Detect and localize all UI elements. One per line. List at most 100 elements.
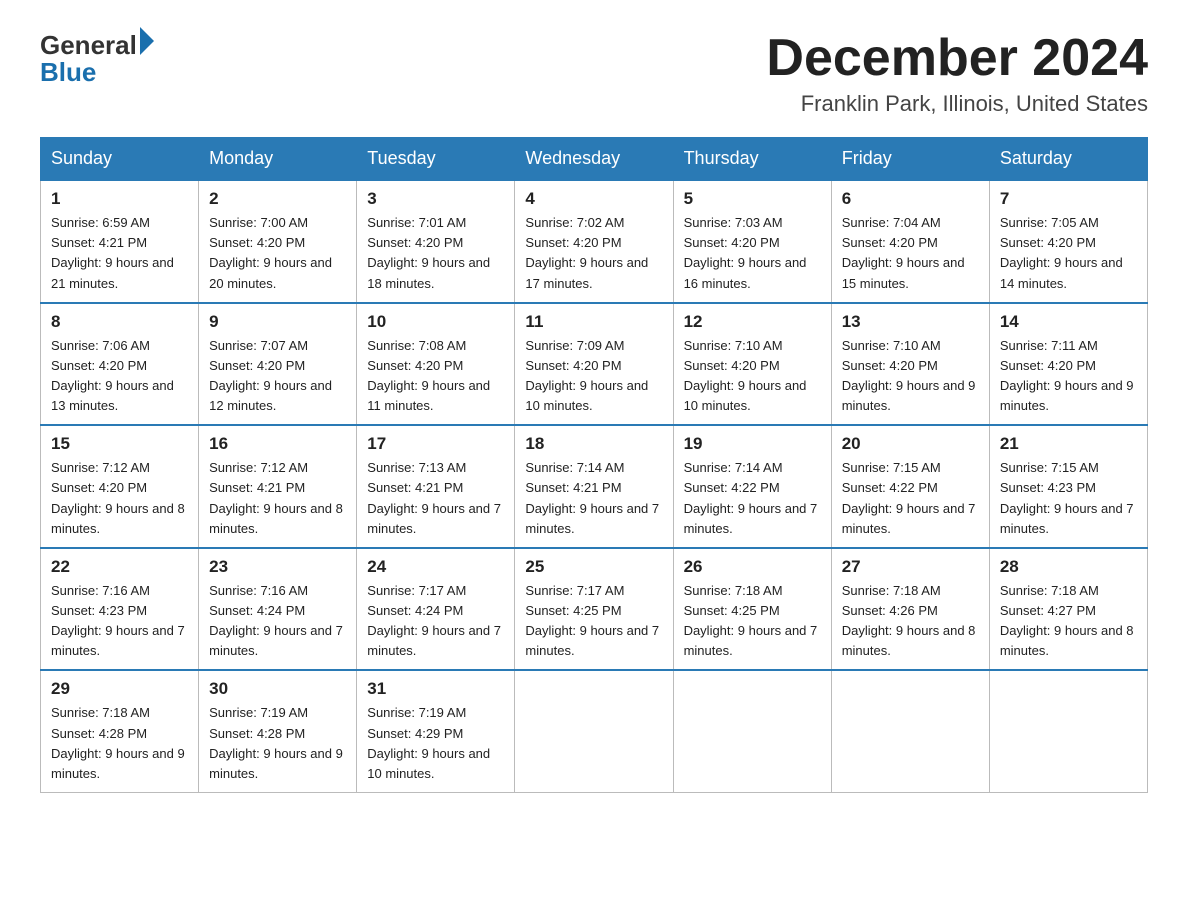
calendar-cell: 4 Sunrise: 7:02 AM Sunset: 4:20 PM Dayli… <box>515 180 673 303</box>
day-info: Sunrise: 7:14 AM Sunset: 4:22 PM Dayligh… <box>684 458 821 539</box>
col-saturday: Saturday <box>989 138 1147 181</box>
week-row-2: 8 Sunrise: 7:06 AM Sunset: 4:20 PM Dayli… <box>41 303 1148 426</box>
calendar-cell: 29 Sunrise: 7:18 AM Sunset: 4:28 PM Dayl… <box>41 670 199 792</box>
calendar-cell: 15 Sunrise: 7:12 AM Sunset: 4:20 PM Dayl… <box>41 425 199 548</box>
day-info: Sunrise: 7:17 AM Sunset: 4:24 PM Dayligh… <box>367 581 504 662</box>
day-number: 5 <box>684 189 821 209</box>
calendar-cell: 10 Sunrise: 7:08 AM Sunset: 4:20 PM Dayl… <box>357 303 515 426</box>
day-number: 29 <box>51 679 188 699</box>
logo: General Blue <box>40 30 154 88</box>
calendar-cell: 24 Sunrise: 7:17 AM Sunset: 4:24 PM Dayl… <box>357 548 515 671</box>
logo-blue-text: Blue <box>40 57 154 88</box>
day-info: Sunrise: 7:19 AM Sunset: 4:29 PM Dayligh… <box>367 703 504 784</box>
day-number: 18 <box>525 434 662 454</box>
day-info: Sunrise: 7:17 AM Sunset: 4:25 PM Dayligh… <box>525 581 662 662</box>
day-info: Sunrise: 7:18 AM Sunset: 4:25 PM Dayligh… <box>684 581 821 662</box>
calendar-cell: 5 Sunrise: 7:03 AM Sunset: 4:20 PM Dayli… <box>673 180 831 303</box>
calendar-cell: 3 Sunrise: 7:01 AM Sunset: 4:20 PM Dayli… <box>357 180 515 303</box>
day-info: Sunrise: 7:10 AM Sunset: 4:20 PM Dayligh… <box>842 336 979 417</box>
day-info: Sunrise: 7:10 AM Sunset: 4:20 PM Dayligh… <box>684 336 821 417</box>
day-info: Sunrise: 7:07 AM Sunset: 4:20 PM Dayligh… <box>209 336 346 417</box>
day-info: Sunrise: 7:01 AM Sunset: 4:20 PM Dayligh… <box>367 213 504 294</box>
calendar-cell: 13 Sunrise: 7:10 AM Sunset: 4:20 PM Dayl… <box>831 303 989 426</box>
calendar-cell: 1 Sunrise: 6:59 AM Sunset: 4:21 PM Dayli… <box>41 180 199 303</box>
week-row-5: 29 Sunrise: 7:18 AM Sunset: 4:28 PM Dayl… <box>41 670 1148 792</box>
day-number: 6 <box>842 189 979 209</box>
logo-triangle-icon <box>140 27 154 55</box>
day-info: Sunrise: 7:15 AM Sunset: 4:23 PM Dayligh… <box>1000 458 1137 539</box>
calendar-cell: 21 Sunrise: 7:15 AM Sunset: 4:23 PM Dayl… <box>989 425 1147 548</box>
day-number: 10 <box>367 312 504 332</box>
day-number: 4 <box>525 189 662 209</box>
calendar-cell <box>989 670 1147 792</box>
location-subtitle: Franklin Park, Illinois, United States <box>766 91 1148 117</box>
day-number: 16 <box>209 434 346 454</box>
day-info: Sunrise: 7:05 AM Sunset: 4:20 PM Dayligh… <box>1000 213 1137 294</box>
calendar-cell: 20 Sunrise: 7:15 AM Sunset: 4:22 PM Dayl… <box>831 425 989 548</box>
day-info: Sunrise: 7:14 AM Sunset: 4:21 PM Dayligh… <box>525 458 662 539</box>
day-info: Sunrise: 7:06 AM Sunset: 4:20 PM Dayligh… <box>51 336 188 417</box>
col-wednesday: Wednesday <box>515 138 673 181</box>
calendar-cell: 17 Sunrise: 7:13 AM Sunset: 4:21 PM Dayl… <box>357 425 515 548</box>
col-thursday: Thursday <box>673 138 831 181</box>
day-number: 23 <box>209 557 346 577</box>
day-number: 30 <box>209 679 346 699</box>
calendar-cell: 14 Sunrise: 7:11 AM Sunset: 4:20 PM Dayl… <box>989 303 1147 426</box>
day-info: Sunrise: 6:59 AM Sunset: 4:21 PM Dayligh… <box>51 213 188 294</box>
header: General Blue December 2024 Franklin Park… <box>40 30 1148 117</box>
day-number: 9 <box>209 312 346 332</box>
week-row-1: 1 Sunrise: 6:59 AM Sunset: 4:21 PM Dayli… <box>41 180 1148 303</box>
day-info: Sunrise: 7:09 AM Sunset: 4:20 PM Dayligh… <box>525 336 662 417</box>
calendar-cell: 23 Sunrise: 7:16 AM Sunset: 4:24 PM Dayl… <box>199 548 357 671</box>
day-info: Sunrise: 7:03 AM Sunset: 4:20 PM Dayligh… <box>684 213 821 294</box>
day-number: 7 <box>1000 189 1137 209</box>
calendar-cell: 7 Sunrise: 7:05 AM Sunset: 4:20 PM Dayli… <box>989 180 1147 303</box>
day-number: 8 <box>51 312 188 332</box>
calendar-cell: 2 Sunrise: 7:00 AM Sunset: 4:20 PM Dayli… <box>199 180 357 303</box>
day-number: 20 <box>842 434 979 454</box>
col-monday: Monday <box>199 138 357 181</box>
day-number: 13 <box>842 312 979 332</box>
week-row-3: 15 Sunrise: 7:12 AM Sunset: 4:20 PM Dayl… <box>41 425 1148 548</box>
day-number: 24 <box>367 557 504 577</box>
calendar-cell: 19 Sunrise: 7:14 AM Sunset: 4:22 PM Dayl… <box>673 425 831 548</box>
col-friday: Friday <box>831 138 989 181</box>
day-number: 12 <box>684 312 821 332</box>
day-info: Sunrise: 7:00 AM Sunset: 4:20 PM Dayligh… <box>209 213 346 294</box>
day-number: 28 <box>1000 557 1137 577</box>
calendar-cell: 6 Sunrise: 7:04 AM Sunset: 4:20 PM Dayli… <box>831 180 989 303</box>
day-number: 19 <box>684 434 821 454</box>
calendar-header-row: Sunday Monday Tuesday Wednesday Thursday… <box>41 138 1148 181</box>
day-info: Sunrise: 7:15 AM Sunset: 4:22 PM Dayligh… <box>842 458 979 539</box>
calendar-cell: 31 Sunrise: 7:19 AM Sunset: 4:29 PM Dayl… <box>357 670 515 792</box>
calendar-cell: 22 Sunrise: 7:16 AM Sunset: 4:23 PM Dayl… <box>41 548 199 671</box>
calendar-cell: 27 Sunrise: 7:18 AM Sunset: 4:26 PM Dayl… <box>831 548 989 671</box>
calendar-cell: 26 Sunrise: 7:18 AM Sunset: 4:25 PM Dayl… <box>673 548 831 671</box>
calendar-cell: 9 Sunrise: 7:07 AM Sunset: 4:20 PM Dayli… <box>199 303 357 426</box>
day-info: Sunrise: 7:12 AM Sunset: 4:21 PM Dayligh… <box>209 458 346 539</box>
day-info: Sunrise: 7:11 AM Sunset: 4:20 PM Dayligh… <box>1000 336 1137 417</box>
calendar-cell: 25 Sunrise: 7:17 AM Sunset: 4:25 PM Dayl… <box>515 548 673 671</box>
month-year-title: December 2024 <box>766 30 1148 87</box>
calendar-cell: 11 Sunrise: 7:09 AM Sunset: 4:20 PM Dayl… <box>515 303 673 426</box>
day-info: Sunrise: 7:16 AM Sunset: 4:24 PM Dayligh… <box>209 581 346 662</box>
calendar-cell: 30 Sunrise: 7:19 AM Sunset: 4:28 PM Dayl… <box>199 670 357 792</box>
day-number: 27 <box>842 557 979 577</box>
day-info: Sunrise: 7:13 AM Sunset: 4:21 PM Dayligh… <box>367 458 504 539</box>
calendar-table: Sunday Monday Tuesday Wednesday Thursday… <box>40 137 1148 793</box>
calendar-cell <box>515 670 673 792</box>
day-number: 31 <box>367 679 504 699</box>
day-number: 17 <box>367 434 504 454</box>
calendar-cell: 28 Sunrise: 7:18 AM Sunset: 4:27 PM Dayl… <box>989 548 1147 671</box>
day-info: Sunrise: 7:08 AM Sunset: 4:20 PM Dayligh… <box>367 336 504 417</box>
title-block: December 2024 Franklin Park, Illinois, U… <box>766 30 1148 117</box>
calendar-cell <box>831 670 989 792</box>
col-sunday: Sunday <box>41 138 199 181</box>
day-info: Sunrise: 7:04 AM Sunset: 4:20 PM Dayligh… <box>842 213 979 294</box>
day-number: 15 <box>51 434 188 454</box>
day-number: 1 <box>51 189 188 209</box>
day-number: 21 <box>1000 434 1137 454</box>
day-number: 2 <box>209 189 346 209</box>
day-number: 14 <box>1000 312 1137 332</box>
calendar-cell: 8 Sunrise: 7:06 AM Sunset: 4:20 PM Dayli… <box>41 303 199 426</box>
